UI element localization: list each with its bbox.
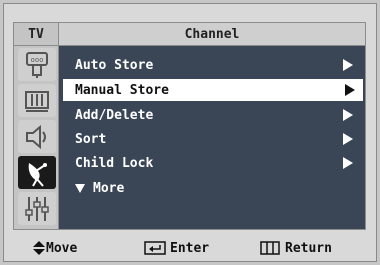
menu-item-label: Add/Delete	[75, 107, 154, 123]
menu-item-label: Manual Store	[75, 82, 169, 98]
footer-return: Return	[260, 241, 332, 256]
more-down-triangle-icon	[75, 183, 85, 193]
sidebar-item-setup[interactable]	[18, 192, 56, 225]
footer-return-label: Return	[285, 240, 332, 256]
sidebar-item-speaker[interactable]	[18, 120, 56, 153]
menu-item-label: Auto Store	[75, 57, 154, 73]
picture-icon: ooo	[26, 51, 48, 78]
channel-menu: Auto Store Manual Store Add/Delete Sort …	[59, 46, 366, 230]
enter-key-icon	[144, 241, 166, 255]
menu-item-label: More	[93, 180, 125, 196]
up-down-arrows-icon	[33, 241, 45, 255]
menu-item-sort[interactable]: Sort	[59, 128, 365, 150]
svg-text:ooo: ooo	[31, 56, 44, 64]
sidebar-item-channel[interactable]	[18, 156, 56, 189]
footer-enter: Enter	[144, 241, 209, 256]
menu-item-more[interactable]: More	[59, 177, 365, 199]
menu-item-add-delete[interactable]: Add/Delete	[59, 104, 365, 126]
equalizer-sliders-icon	[25, 196, 49, 221]
menu-header: TV Channel	[13, 22, 366, 46]
submenu-arrow-icon	[343, 133, 353, 145]
button-help-bar: Move Enter Return	[3, 235, 377, 261]
footer-enter-label: Enter	[170, 240, 210, 256]
sidebar-item-picture[interactable]: ooo	[18, 48, 56, 81]
menu-item-manual-store[interactable]: Manual Store	[63, 79, 363, 101]
submenu-arrow-icon	[343, 109, 353, 121]
sound-icon	[25, 90, 49, 112]
page-title: Channel	[59, 22, 366, 46]
satellite-dish-icon	[28, 162, 47, 187]
footer-move-label: Move	[46, 240, 78, 256]
menu-item-label: Sort	[75, 131, 107, 147]
menu-key-icon	[260, 241, 280, 255]
footer-move: Move	[32, 241, 77, 256]
speaker-icon	[26, 124, 46, 149]
tv-label: TV	[13, 22, 59, 46]
sidebar-item-sound[interactable]	[18, 84, 56, 117]
submenu-arrow-icon	[343, 59, 353, 71]
submenu-arrow-icon	[345, 84, 355, 96]
submenu-arrow-icon	[343, 157, 353, 169]
menu-item-label: Child Lock	[75, 155, 154, 171]
menu-item-auto-store[interactable]: Auto Store	[59, 54, 365, 76]
category-sidebar: ooo	[13, 46, 59, 230]
menu-item-child-lock[interactable]: Child Lock	[59, 152, 365, 174]
